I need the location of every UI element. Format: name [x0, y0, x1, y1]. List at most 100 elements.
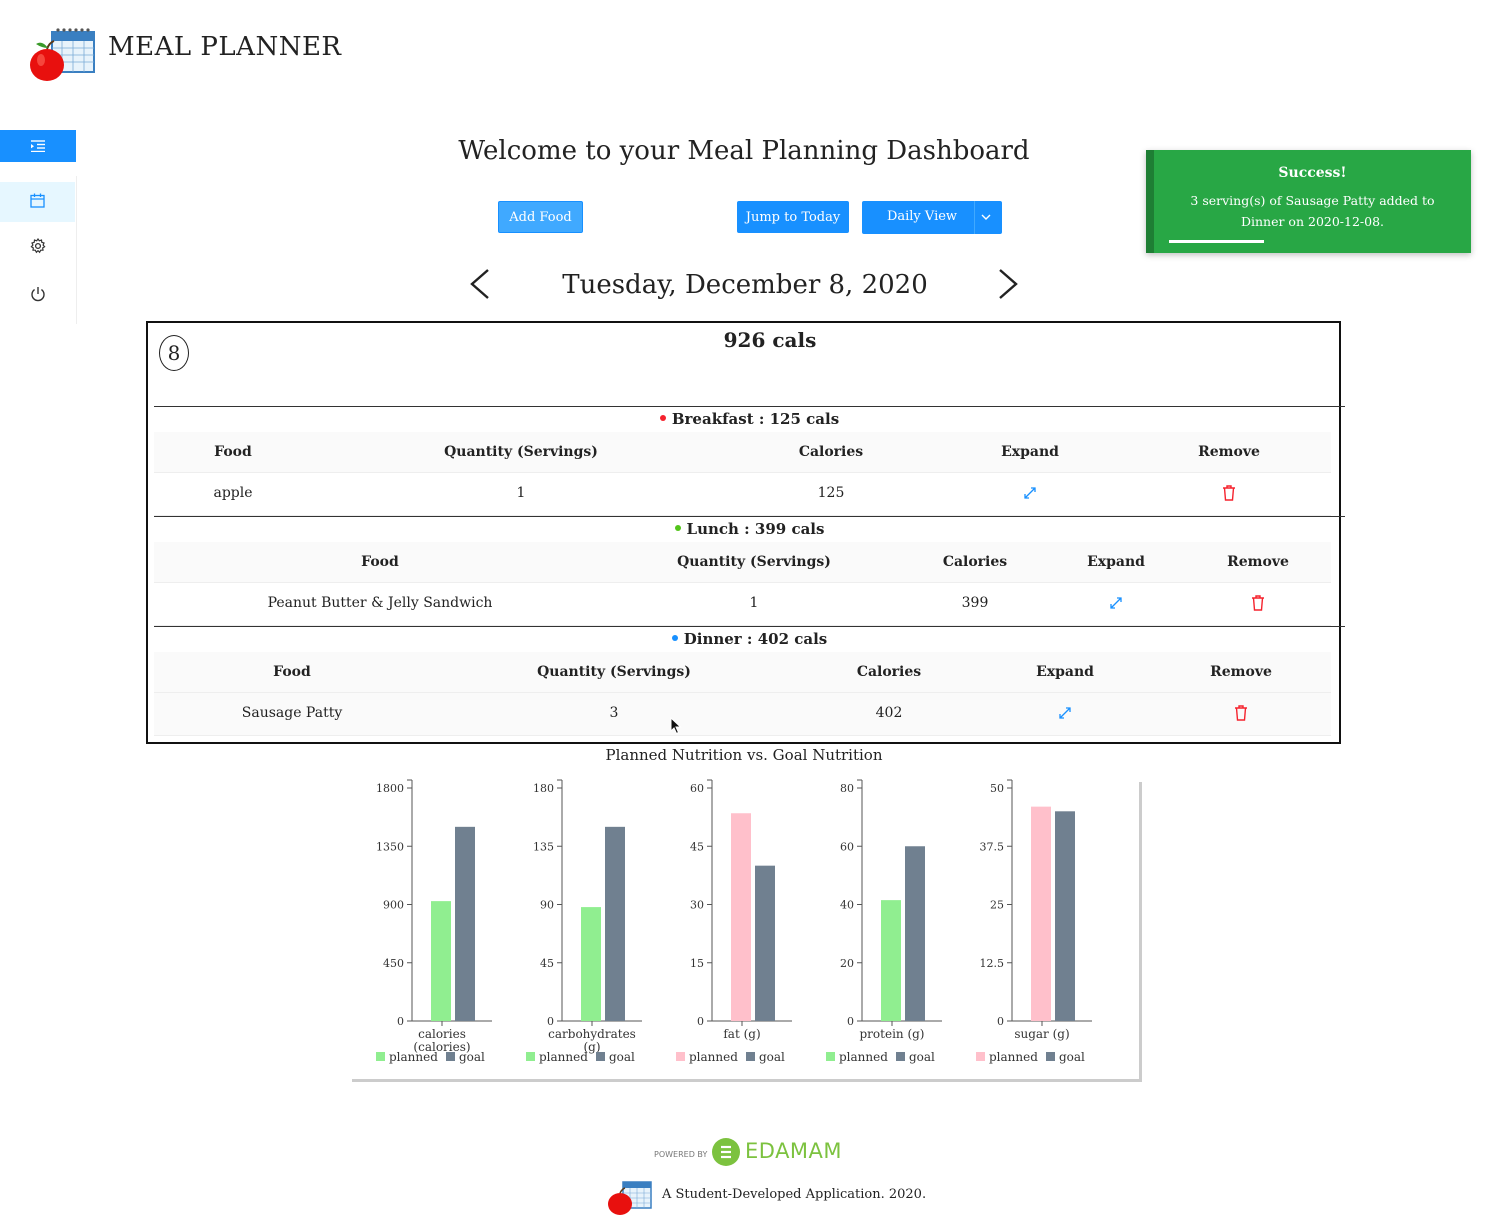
toast-title: Success!: [1278, 165, 1347, 181]
legend-swatch-planned: [526, 1052, 535, 1061]
meal-heading-dinner: Dinner : 402 cals: [154, 630, 1345, 648]
y-tick-label: 1350: [376, 840, 404, 853]
y-tick-label: 37.5: [980, 840, 1005, 853]
y-tick-label: 45: [540, 957, 554, 970]
table-header: Food Quantity (Servings) Calories Expand…: [154, 432, 1331, 473]
legend-label-goal: goal: [459, 1050, 485, 1064]
expand-icon[interactable]: [980, 693, 1150, 733]
app-title: MEAL PLANNER: [108, 32, 342, 62]
chart-title: Planned Nutrition vs. Goal Nutrition: [605, 746, 883, 764]
y-tick-label: 60: [690, 782, 704, 795]
x-axis-label: carbohydrates: [548, 1027, 636, 1041]
y-tick-label: 90: [540, 899, 554, 912]
legend-label-planned: planned: [539, 1050, 588, 1064]
bar-planned: [881, 900, 901, 1021]
toast-message: 3 serving(s) of Sausage Patty added to D…: [1190, 193, 1435, 229]
gear-icon: [29, 237, 46, 258]
y-tick-label: 40: [840, 899, 854, 912]
edamam-logo-icon: [712, 1138, 740, 1166]
next-day-button[interactable]: [996, 268, 1020, 304]
legend-label-goal: goal: [909, 1050, 935, 1064]
legend-swatch-planned: [826, 1052, 835, 1061]
chevron-down-icon: [980, 211, 992, 227]
y-tick-label: 15: [690, 957, 704, 970]
lunch-dot: [674, 525, 681, 531]
y-tick-label: 135: [533, 840, 554, 853]
x-axis-label: protein (g): [860, 1027, 925, 1041]
table-header: Food Quantity (Servings) Calories Expand…: [154, 652, 1331, 693]
previous-day-button[interactable]: [468, 268, 492, 304]
y-tick-label: 0: [847, 1015, 854, 1028]
sidebar-item-settings[interactable]: [0, 228, 75, 268]
y-tick-label: 80: [840, 782, 854, 795]
legend-swatch-goal: [1046, 1052, 1055, 1061]
y-tick-label: 900: [383, 899, 404, 912]
legend-label-goal: goal: [1059, 1050, 1085, 1064]
bar-planned: [1031, 806, 1051, 1021]
success-toast[interactable]: Success! 3 serving(s) of Sausage Patty a…: [1146, 150, 1471, 253]
delete-icon[interactable]: [1150, 693, 1332, 733]
y-tick-label: 30: [690, 899, 704, 912]
legend-swatch-goal: [746, 1052, 755, 1061]
calendar-icon: [30, 193, 45, 212]
y-tick-label: 1800: [376, 782, 404, 795]
meal-heading-breakfast: Breakfast : 125 cals: [154, 410, 1345, 428]
delete-icon[interactable]: [1128, 473, 1330, 513]
y-tick-label: 25: [990, 899, 1004, 912]
legend-label-planned: planned: [839, 1050, 888, 1064]
legend-swatch-goal: [896, 1052, 905, 1061]
jump-to-today-button[interactable]: Jump to Today: [737, 201, 849, 233]
nutrition-chart: 045090013501800calories(calories)planned…: [376, 779, 1092, 1064]
bar-planned: [581, 907, 601, 1021]
mouse-cursor-icon: [670, 716, 682, 739]
y-tick-label: 50: [990, 782, 1004, 795]
add-food-button[interactable]: Add Food: [498, 201, 583, 233]
y-tick-label: 20: [840, 957, 854, 970]
sidebar-item-logout[interactable]: [0, 276, 75, 316]
y-tick-label: 0: [397, 1015, 404, 1028]
legend-label-goal: goal: [759, 1050, 785, 1064]
footer-logo: [607, 1178, 653, 1216]
edamam-brand: EDAMAM: [745, 1139, 843, 1163]
legend-swatch-planned: [676, 1052, 685, 1061]
power-icon: [30, 286, 46, 306]
expand-icon[interactable]: [1048, 583, 1184, 623]
sidebar-item-calendar[interactable]: [0, 182, 75, 222]
table-row: Sausage Patty 3 402: [154, 693, 1331, 736]
powered-by-label: POWERED BY: [654, 1150, 708, 1159]
y-tick-label: 60: [840, 840, 854, 853]
footer-credit: A Student-Developed Application. 2020.: [662, 1187, 927, 1202]
bar-planned: [731, 813, 751, 1021]
dinner-dot: [671, 635, 678, 641]
y-tick-label: 0: [697, 1015, 704, 1028]
y-tick-label: 180: [533, 782, 554, 795]
legend-swatch-goal: [446, 1052, 455, 1061]
table-row: Peanut Butter & Jelly Sandwich 1 399: [154, 583, 1331, 626]
bar-goal: [1055, 811, 1075, 1021]
delete-icon[interactable]: [1184, 583, 1332, 623]
y-tick-label: 0: [997, 1015, 1004, 1028]
meal-heading-lunch: Lunch : 399 cals: [154, 520, 1345, 538]
y-tick-label: 450: [383, 957, 404, 970]
app-logo: [28, 26, 98, 84]
x-axis-label: calories: [418, 1027, 466, 1041]
legend-label-planned: planned: [989, 1050, 1038, 1064]
x-axis-label: fat (g): [723, 1027, 760, 1041]
sidebar-menu: [0, 176, 77, 324]
day-total-calories: 926 cals: [723, 328, 817, 352]
table-header: Food Quantity (Servings) Calories Expand…: [154, 542, 1331, 583]
bar-goal: [755, 865, 775, 1021]
bar-planned: [431, 901, 451, 1021]
table-row: apple 1 125: [154, 473, 1331, 516]
y-tick-label: 12.5: [980, 957, 1005, 970]
view-select-value: Daily View: [886, 209, 958, 224]
legend-label-planned: planned: [689, 1050, 738, 1064]
toast-progress-bar: [1169, 240, 1264, 243]
y-tick-label: 45: [690, 840, 704, 853]
legend-swatch-goal: [596, 1052, 605, 1061]
expand-icon[interactable]: [932, 473, 1128, 513]
legend-swatch-planned: [376, 1052, 385, 1061]
view-select[interactable]: Daily View: [862, 201, 1002, 234]
bar-goal: [455, 826, 475, 1021]
bar-goal: [605, 826, 625, 1021]
